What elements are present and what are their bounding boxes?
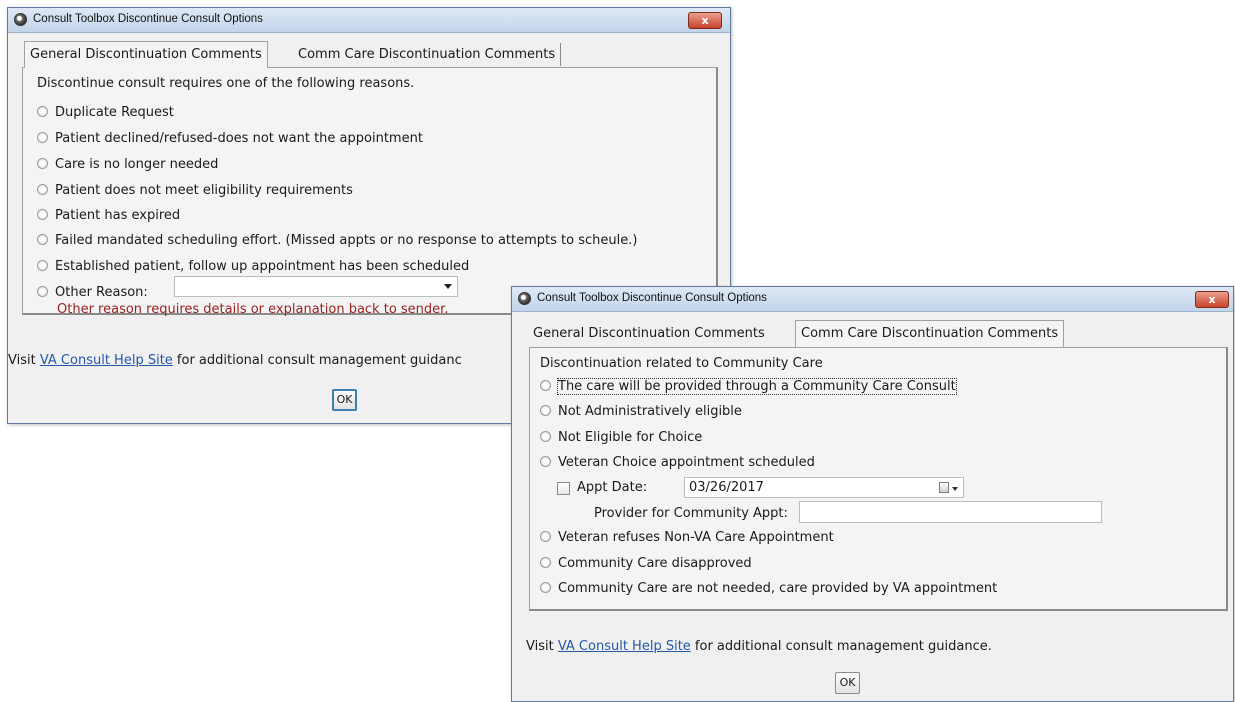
appt-date-checkbox[interactable] bbox=[557, 482, 570, 495]
radio-veteran-refuses[interactable]: Veteran refuses Non-VA Care Appointment bbox=[540, 530, 834, 550]
radio-community-care-disapproved[interactable]: Community Care disapproved bbox=[540, 556, 752, 576]
tab-label: General Discontinuation Comments bbox=[533, 326, 765, 341]
tab-label: Comm Care Discontinuation Comments bbox=[801, 326, 1059, 341]
footer-prefix: Visit bbox=[526, 639, 558, 654]
radio-failed-scheduling[interactable]: Failed mandated scheduling effort. (Miss… bbox=[37, 233, 637, 253]
error-message: Other reason requires details or explana… bbox=[57, 302, 449, 317]
radio-not-admin-eligible[interactable]: Not Administratively eligible bbox=[540, 404, 742, 424]
prompt-text: Discontinue consult requires one of the … bbox=[37, 76, 415, 91]
app-icon bbox=[14, 13, 27, 26]
footer-suffix: for additional consult management guidan… bbox=[690, 639, 992, 654]
radio-care-provided-by-va[interactable]: Community Care are not needed, care prov… bbox=[540, 581, 997, 601]
provider-label: Provider for Community Appt: bbox=[594, 506, 788, 521]
footer-suffix: for additional consult management guidan… bbox=[172, 353, 462, 368]
app-icon bbox=[518, 292, 531, 305]
radio-duplicate-request[interactable]: Duplicate Request bbox=[37, 105, 174, 125]
window-title: Consult Toolbox Discontinue Consult Opti… bbox=[33, 13, 263, 25]
radio-not-eligible[interactable]: Patient does not meet eligibility requir… bbox=[37, 183, 353, 203]
dropdown-arrow-icon[interactable] bbox=[444, 284, 452, 289]
calendar-icon[interactable] bbox=[939, 482, 949, 493]
radio-icon[interactable] bbox=[37, 106, 48, 117]
title-bar[interactable]: Consult Toolbox Discontinue Consult Opti… bbox=[8, 8, 730, 33]
radio-icon[interactable] bbox=[37, 132, 48, 143]
appt-date-field[interactable]: 03/26/2017 bbox=[684, 477, 964, 498]
tab-label: General Discontinuation Comments bbox=[30, 47, 262, 62]
radio-icon[interactable] bbox=[540, 557, 551, 568]
radio-icon[interactable] bbox=[37, 260, 48, 271]
close-button[interactable]: x bbox=[688, 12, 722, 29]
ok-button[interactable]: OK bbox=[835, 672, 860, 694]
provider-field[interactable] bbox=[799, 501, 1102, 523]
radio-icon[interactable] bbox=[540, 405, 551, 416]
tab-label: Comm Care Discontinuation Comments bbox=[298, 47, 556, 62]
radio-icon[interactable] bbox=[37, 286, 48, 297]
radio-icon[interactable] bbox=[540, 531, 551, 542]
close-button[interactable]: x bbox=[1195, 291, 1229, 308]
radio-icon[interactable] bbox=[37, 209, 48, 220]
tab-general-discontinuation[interactable]: General Discontinuation Comments bbox=[528, 322, 770, 345]
tab-panel: Discontinuation related to Community Car… bbox=[529, 347, 1228, 611]
tab-comm-care-discontinuation[interactable]: Comm Care Discontinuation Comments bbox=[293, 43, 562, 66]
radio-icon[interactable] bbox=[540, 431, 551, 442]
footer-text: Visit VA Consult Help Site for additiona… bbox=[526, 639, 992, 654]
footer-text: Visit VA Consult Help Site for additiona… bbox=[8, 353, 462, 368]
radio-patient-declined[interactable]: Patient declined/refused-does not want t… bbox=[37, 131, 423, 151]
title-bar[interactable]: Consult Toolbox Discontinue Consult Opti… bbox=[512, 287, 1233, 312]
radio-patient-expired[interactable]: Patient has expired bbox=[37, 208, 180, 228]
prompt-text: Discontinuation related to Community Car… bbox=[540, 356, 823, 371]
radio-icon[interactable] bbox=[540, 380, 551, 391]
radio-icon[interactable] bbox=[37, 184, 48, 195]
ok-button[interactable]: OK bbox=[332, 389, 357, 411]
dialog-comm-care-discontinuation: Consult Toolbox Discontinue Consult Opti… bbox=[511, 286, 1234, 702]
footer-prefix: Visit bbox=[8, 353, 40, 368]
help-site-link[interactable]: VA Consult Help Site bbox=[558, 639, 691, 654]
appt-date-label: Appt Date: bbox=[577, 480, 648, 495]
radio-icon[interactable] bbox=[540, 456, 551, 467]
close-icon: x bbox=[701, 14, 709, 27]
appt-date-value: 03/26/2017 bbox=[689, 480, 764, 495]
help-site-link[interactable]: VA Consult Help Site bbox=[40, 353, 173, 368]
radio-icon[interactable] bbox=[37, 158, 48, 169]
tab-comm-care-discontinuation[interactable]: Comm Care Discontinuation Comments bbox=[795, 320, 1065, 347]
radio-not-eligible-choice[interactable]: Not Eligible for Choice bbox=[540, 430, 702, 450]
radio-community-care-consult[interactable]: The care will be provided through a Comm… bbox=[540, 378, 957, 399]
radio-icon[interactable] bbox=[37, 234, 48, 245]
chevron-down-icon[interactable] bbox=[952, 487, 958, 491]
tab-general-discontinuation[interactable]: General Discontinuation Comments bbox=[24, 41, 268, 68]
radio-icon[interactable] bbox=[540, 582, 551, 593]
close-icon: x bbox=[1208, 293, 1216, 306]
other-reason-dropdown[interactable] bbox=[174, 276, 458, 297]
radio-veteran-choice-scheduled[interactable]: Veteran Choice appointment scheduled bbox=[540, 455, 815, 475]
window-title: Consult Toolbox Discontinue Consult Opti… bbox=[537, 292, 767, 304]
radio-care-not-needed[interactable]: Care is no longer needed bbox=[37, 157, 218, 177]
